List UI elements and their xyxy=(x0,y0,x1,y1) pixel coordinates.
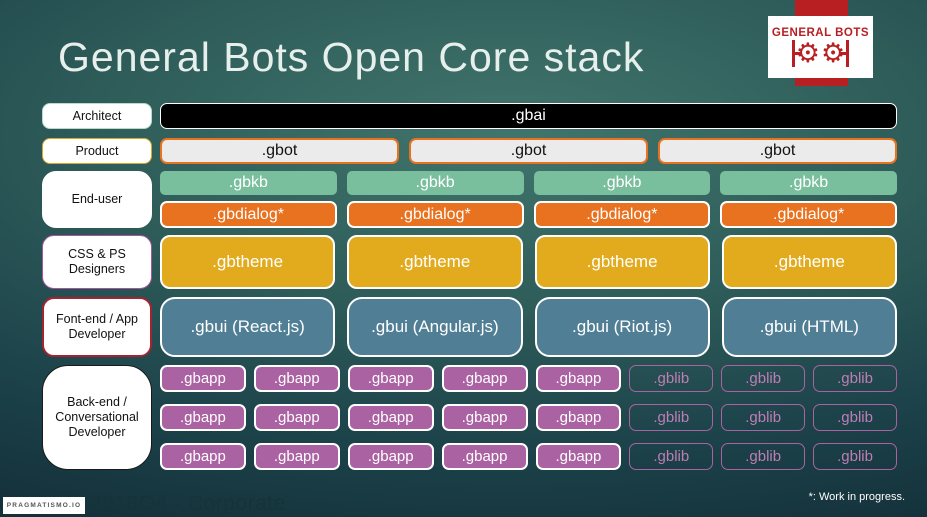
row-label-text: Font-end / App Developer xyxy=(55,312,138,341)
gear-bar-icon xyxy=(791,40,801,67)
gbapp-box: .gbapp xyxy=(160,404,246,431)
row-label-text: CSS & PS Designers xyxy=(68,247,126,276)
gbapp-box: .gbapp xyxy=(347,404,434,431)
gbapp-box: .gbapp xyxy=(253,365,340,392)
gbapp-box: .gbapp xyxy=(160,365,246,392)
page-title: General Bots Open Core stack xyxy=(58,34,645,80)
band-product: Product .gbot .gbot .gbot xyxy=(42,138,897,164)
gbot-box: .gbot xyxy=(160,138,399,164)
gear-bar-icon xyxy=(840,40,850,67)
gbdialog-box: .gbdialog* xyxy=(720,201,897,228)
row-label-backend: Back-end / Conversational Developer xyxy=(42,365,152,470)
gbui-box: .gbui (Riot.js) xyxy=(534,297,710,357)
row-label-architect: Architect xyxy=(42,103,152,129)
band-frontend: Font-end / App Developer .gbui (React.js… xyxy=(42,297,897,357)
work-in-progress-note: *: Work in progress. xyxy=(808,491,905,503)
gbui-box: .gbui (HTML) xyxy=(721,297,897,357)
gbapp-box: .gbapp xyxy=(253,404,340,431)
band-architect: Architect .gbai xyxy=(42,103,897,129)
gbot-box: .gbot xyxy=(409,138,648,164)
row-label-designers: CSS & PS Designers xyxy=(42,235,152,289)
gbapp-box: .gbapp xyxy=(535,443,622,470)
gbapp-box: .gbapp xyxy=(160,443,246,470)
gbtheme-box: .gbtheme xyxy=(160,235,336,289)
gbkb-box: .gbkb xyxy=(720,171,897,195)
gblib-box: .gblib xyxy=(629,404,714,431)
row-label-product: Product xyxy=(42,138,152,164)
gbtheme-box: .gbtheme xyxy=(347,235,523,289)
gbapp-box: .gbapp xyxy=(441,443,528,470)
gbapp-box: .gbapp xyxy=(441,404,528,431)
band-end-user: End-user .gbkb .gbkb .gbkb .gbkb .gbdial… xyxy=(42,171,897,228)
pragmatismo-logo: PRAGMATISMO.IO xyxy=(3,497,85,514)
pragmatismo-logo-text: PRAGMATISMO.IO xyxy=(6,502,82,509)
gbtheme-box: .gbtheme xyxy=(721,235,897,289)
band-designers: CSS & PS Designers .gbtheme .gbtheme .gb… xyxy=(42,235,897,289)
gblib-box: .gblib xyxy=(721,443,806,470)
general-bots-logo: GENERAL BOTS ⚙ ⚙ xyxy=(768,16,873,78)
row-label-text: Back-end / Conversational Developer xyxy=(55,395,139,439)
row-label-frontend: Font-end / App Developer xyxy=(42,297,152,357)
gbtheme-box: .gbtheme xyxy=(534,235,710,289)
gbkb-box: .gbkb xyxy=(160,171,337,195)
row-label-text: Product xyxy=(75,143,119,158)
row-label-text: End-user xyxy=(71,192,123,206)
gbdialog-box: .gbdialog* xyxy=(160,201,337,228)
row-label-end-user: End-user xyxy=(42,171,152,228)
gbai-box: .gbai xyxy=(160,103,897,129)
gbapp-box: .gbapp xyxy=(535,404,622,431)
gbdialog-box: .gbdialog* xyxy=(533,201,711,228)
gblib-box: .gblib xyxy=(721,365,806,392)
slide: General Bots Open Core stack GENERAL BOT… xyxy=(0,0,927,517)
gbdialog-box: .gbdialog* xyxy=(346,201,524,228)
gbapp-box: .gbapp xyxy=(347,443,434,470)
gbkb-box: .gbkb xyxy=(346,171,524,195)
gblib-box: .gblib xyxy=(813,443,897,470)
footer-caption: 2018Q4 - Corporate xyxy=(90,492,286,515)
stack-diagram: Architect .gbai Product .gbot .gbot .gbo… xyxy=(42,103,897,470)
gblib-box: .gblib xyxy=(721,404,806,431)
gears-icon: ⚙ ⚙ xyxy=(791,40,850,67)
band-backend: Back-end / Conversational Developer .gba… xyxy=(42,365,897,470)
row-label-text: Architect xyxy=(72,108,122,123)
gbapp-box: .gbapp xyxy=(441,365,528,392)
gbapp-box: .gbapp xyxy=(253,443,340,470)
gblib-box: .gblib xyxy=(813,365,897,392)
gbapp-box: .gbapp xyxy=(535,365,622,392)
gblib-box: .gblib xyxy=(813,404,897,431)
gbot-box: .gbot xyxy=(658,138,897,164)
gbui-box: .gbui (React.js) xyxy=(160,297,336,357)
gbui-box: .gbui (Angular.js) xyxy=(347,297,523,357)
gbkb-box: .gbkb xyxy=(533,171,711,195)
gbapp-box: .gbapp xyxy=(347,365,434,392)
gblib-box: .gblib xyxy=(629,365,714,392)
gblib-box: .gblib xyxy=(629,443,714,470)
